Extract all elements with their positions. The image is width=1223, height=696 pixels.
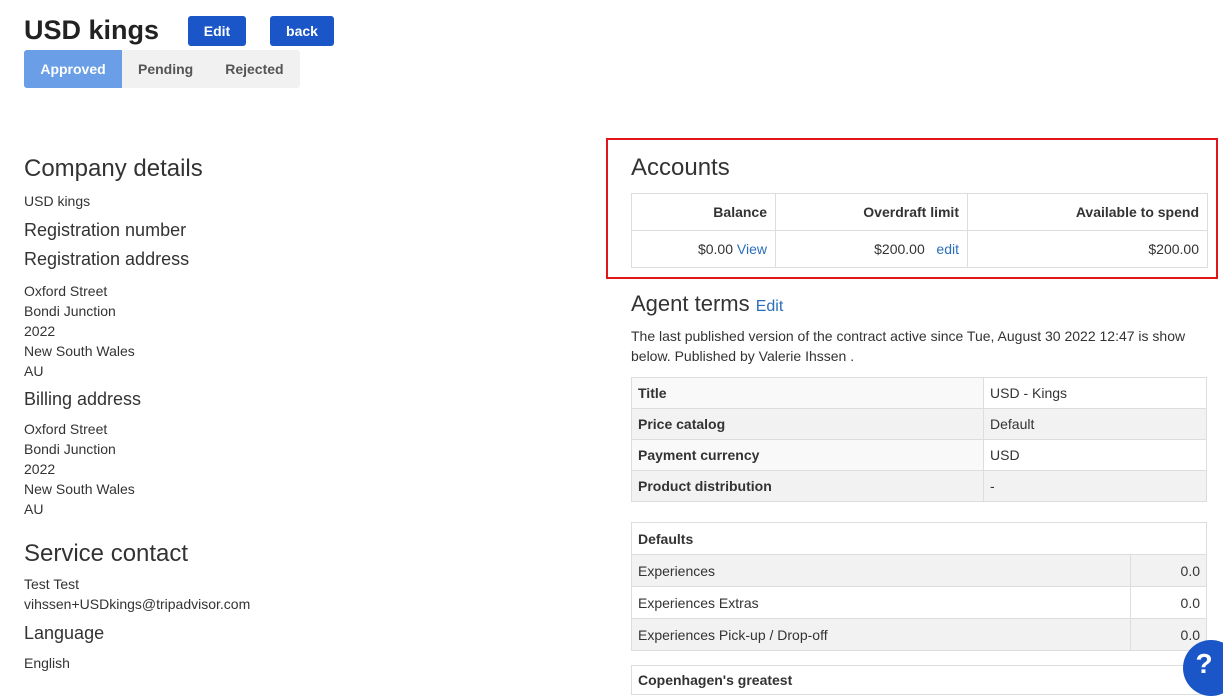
tab-rejected[interactable]: Rejected [209,50,299,88]
defaults-value: 0.0 [1130,586,1207,619]
table-header-row: Balance Overdraft limit Available to spe… [631,193,1208,231]
billing-address: Oxford Street Bondi Junction 2022 New So… [24,419,564,519]
defaults-key: Experiences Extras [631,586,1131,619]
address-line: AU [24,363,44,379]
available-value: $200.00 [967,230,1208,268]
address-line: Oxford Street [24,421,108,437]
table-row: Payment currency USD [631,439,1207,471]
next-table-heading: Copenhagen's greatest [631,665,1207,695]
terms-value: USD [983,439,1207,471]
question-icon: ? [1195,648,1213,679]
status-tabs: Approved Pending Rejected [24,50,300,88]
tab-pending[interactable]: Pending [122,50,209,88]
table-row: $0.00 View $200.00 edit $200.00 [631,230,1208,268]
terms-value: Default [983,408,1207,440]
service-contact-name: Test Test [24,576,79,592]
overdraft-value: $200.00 [874,241,925,257]
balance-cell: $0.00 View [631,230,776,268]
table-row: Experiences Extras 0.0 [631,586,1207,619]
address-line: 2022 [24,323,56,339]
service-contact-heading: Service contact [24,540,189,567]
terms-value: USD - Kings [983,377,1207,409]
terms-key: Title [631,377,984,409]
page-title: USD kings [24,15,160,45]
company-name: USD kings [24,193,91,209]
terms-key: Product distribution [631,470,984,502]
billing-address-label: Billing address [24,389,142,409]
language-value: English [24,655,70,671]
defaults-table: Defaults Experiences 0.0 Experiences Ext… [631,522,1207,651]
company-details-heading: Company details [24,155,203,182]
language-label: Language [24,623,105,643]
table-row: Price catalog Default [631,408,1207,440]
table-row: Experiences Pick-up / Drop-off 0.0 [631,618,1207,651]
defaults-key: Experiences [631,554,1131,587]
address-line: Oxford Street [24,283,108,299]
defaults-value: 0.0 [1130,554,1207,587]
table-header-row: Defaults [631,522,1207,555]
balance-header: Balance [631,193,776,231]
terms-key: Payment currency [631,439,984,471]
defaults-heading: Defaults [631,522,1207,555]
terms-table: Title USD - Kings Price catalog Default … [631,377,1207,502]
address-line: Bondi Junction [24,303,116,319]
address-line: AU [24,501,44,517]
address-line: Bondi Junction [24,441,116,457]
back-button[interactable]: back [270,16,334,46]
registration-address: Oxford Street Bondi Junction 2022 New So… [24,281,564,381]
agent-terms-heading: Agent terms [631,291,750,316]
address-line: New South Wales [24,481,135,497]
overdraft-header: Overdraft limit [775,193,968,231]
edit-overdraft-link[interactable]: edit [936,241,959,257]
overdraft-cell: $200.00 edit [775,230,968,268]
available-header: Available to spend [967,193,1208,231]
registration-address-label: Registration address [24,249,190,269]
address-line: New South Wales [24,343,135,359]
terms-key: Price catalog [631,408,984,440]
accounts-section: Accounts Balance Overdraft limit Availab… [606,138,1218,279]
terms-value: - [983,470,1207,502]
agent-terms-section: Agent terms Edit The last published vers… [631,288,1207,651]
agent-terms-edit-link[interactable]: Edit [756,298,784,315]
defaults-key: Experiences Pick-up / Drop-off [631,618,1131,651]
view-balance-link[interactable]: View [737,241,767,257]
address-line: 2022 [24,461,56,477]
table-row: Experiences 0.0 [631,554,1207,587]
service-contact-email: vihssen+USDkings@tripadvisor.com [24,596,251,612]
edit-button[interactable]: Edit [188,16,246,46]
agent-terms-heading-row: Agent terms Edit [631,288,1206,323]
table-row: Title USD - Kings [631,377,1207,409]
accounts-heading: Accounts [631,154,730,181]
terms-description: The last published version of the contra… [631,328,1186,364]
company-details-section: Company details USD kings Registration n… [24,150,564,673]
balance-value: $0.00 [697,241,734,257]
table-row: Product distribution - [631,470,1207,502]
accounts-table: Balance Overdraft limit Available to spe… [631,193,1208,268]
tab-approved[interactable]: Approved [24,50,122,88]
registration-number-label: Registration number [24,220,187,240]
